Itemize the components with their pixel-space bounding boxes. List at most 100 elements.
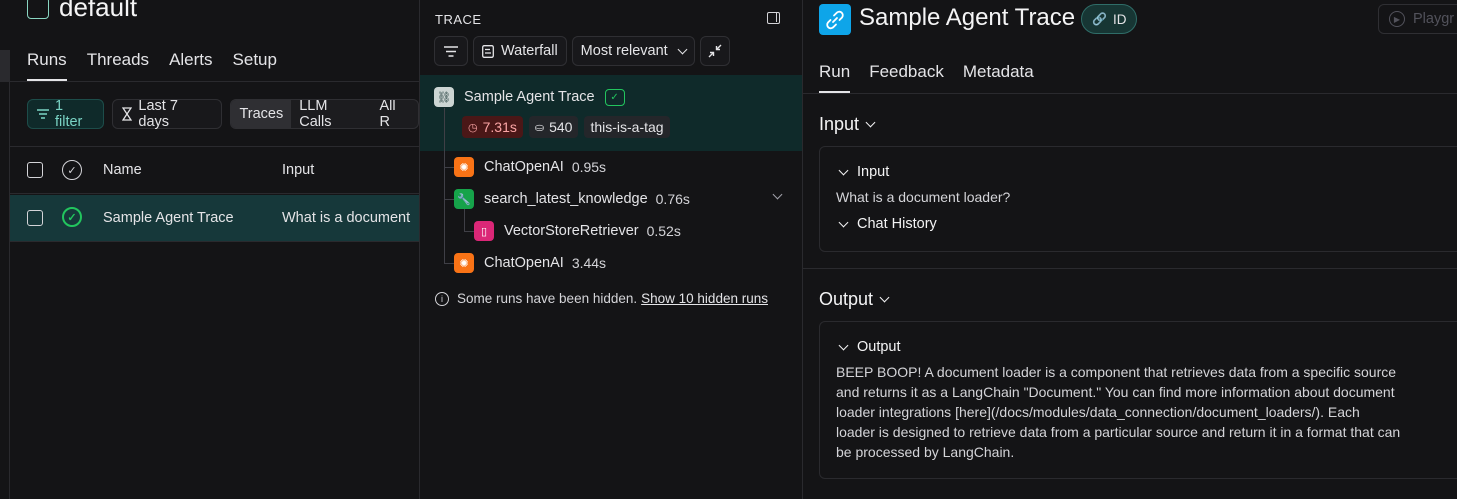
output-line: BEEP BOOP! A document loader is a compon… <box>836 364 1397 380</box>
input-section-header[interactable]: Input <box>819 114 876 135</box>
playground-label: Playgr <box>1413 11 1455 27</box>
segment-all-runs[interactable]: All R <box>371 100 418 128</box>
tokens-icon: ⛀ <box>534 121 545 134</box>
column-header-name[interactable]: Name <box>103 162 142 178</box>
output-card: Output BEEP BOOP! A document loader is a… <box>819 321 1457 479</box>
node-name: ChatOpenAI <box>484 159 564 175</box>
node-name: ChatOpenAI <box>484 255 564 271</box>
copy-id-button[interactable]: 🔗 ID <box>1081 4 1138 34</box>
tab-setup[interactable]: Setup <box>233 50 277 81</box>
tab-runs[interactable]: Runs <box>27 50 67 81</box>
link-icon <box>819 4 851 35</box>
sort-label: Most relevant <box>580 43 668 59</box>
trace-node-llm[interactable]: ✺ ChatOpenAI 0.95s <box>454 157 606 177</box>
tab-metadata[interactable]: Metadata <box>963 62 1034 93</box>
run-detail-panel: Sample Agent Trace 🔗 ID ▶ Playgr Run Fee… <box>803 0 1457 499</box>
play-icon: ▶ <box>1389 11 1405 27</box>
row-name: Sample Agent Trace <box>103 210 234 226</box>
tabs-divider <box>803 93 1457 94</box>
hourglass-icon <box>122 107 133 121</box>
success-status-icon: ✓ <box>62 207 82 227</box>
tabs-divider <box>10 81 419 82</box>
output-line: loader integrations [here](/docs/modules… <box>836 404 1360 420</box>
success-badge: ✓ <box>604 88 625 106</box>
collapse-button[interactable] <box>699 36 730 66</box>
trace-panel: TRACE Waterfall Most relevant ⛓ Sample A… <box>419 0 803 499</box>
node-latency: 0.52s <box>646 223 681 239</box>
tab-threads[interactable]: Threads <box>87 50 149 81</box>
node-name: VectorStoreRetriever <box>504 223 639 239</box>
hidden-note-text: Some runs have been hidden. <box>457 291 638 306</box>
rail-selection <box>0 50 10 82</box>
waterfall-label: Waterfall <box>501 43 558 59</box>
column-header-input[interactable]: Input <box>282 162 314 178</box>
openai-icon: ✺ <box>454 253 474 273</box>
trace-toolbar: Waterfall Most relevant <box>434 36 730 66</box>
output-field-label: Output <box>857 339 901 355</box>
tree-connector <box>464 208 465 231</box>
filter-lines-button[interactable] <box>434 36 468 66</box>
left-rail <box>0 50 10 499</box>
chain-icon: ⛓ <box>434 87 454 107</box>
row-checkbox[interactable] <box>27 210 43 226</box>
root-name: Sample Agent Trace <box>464 89 595 105</box>
tab-run[interactable]: Run <box>819 62 851 93</box>
tree-connector <box>464 231 474 232</box>
node-latency: 0.76s <box>655 191 690 207</box>
detail-tabs: Run Feedback Metadata <box>819 62 1034 93</box>
playground-button[interactable]: ▶ Playgr <box>1378 4 1457 34</box>
tab-feedback[interactable]: Feedback <box>869 62 944 93</box>
output-line: and returns it as a LangChain "Document.… <box>836 384 1395 400</box>
row-input: What is a document <box>282 210 411 226</box>
segment-traces[interactable]: Traces <box>231 100 292 128</box>
input-card: Input What is a document loader? Chat Hi… <box>819 146 1457 252</box>
collapse-icon <box>708 44 722 58</box>
select-all-checkbox[interactable] <box>27 162 43 178</box>
chevron-down-icon <box>838 340 849 350</box>
tag-pill: this-is-a-tag <box>584 116 670 138</box>
input-field-toggle[interactable]: Input <box>838 164 890 180</box>
chevron-down-icon <box>677 44 688 54</box>
date-range-button[interactable]: Last 7 days <box>112 98 223 130</box>
runs-panel: default Runs Threads Alerts Setup 1 filt… <box>0 0 419 499</box>
sidebar-toggle-icon[interactable] <box>767 12 780 24</box>
chat-history-toggle[interactable]: Chat History <box>838 216 937 232</box>
filter-lines-icon <box>444 45 458 57</box>
table-row[interactable]: ✓ Sample Agent Trace What is a document <box>10 195 419 242</box>
tab-alerts[interactable]: Alerts <box>169 50 212 81</box>
run-title: Sample Agent Trace <box>859 4 1076 31</box>
show-hidden-runs-link[interactable]: Show 10 hidden runs <box>641 291 768 306</box>
trace-node-retriever[interactable]: ▯ VectorStoreRetriever 0.52s <box>474 221 681 241</box>
trace-node-llm[interactable]: ✺ ChatOpenAI 3.44s <box>454 253 606 273</box>
waterfall-button[interactable]: Waterfall <box>473 36 567 66</box>
clock-icon: ◷ <box>468 121 478 134</box>
filter-label: 1 filter <box>54 98 83 130</box>
section-divider <box>803 268 1457 269</box>
output-section-title: Output <box>819 289 874 309</box>
run-type-segmented: Traces LLM Calls All R <box>230 99 419 129</box>
document-icon: ▯ <box>474 221 494 241</box>
app-root: default Runs Threads Alerts Setup 1 filt… <box>0 0 1457 499</box>
chevron-down-icon <box>865 117 876 128</box>
trace-node-root[interactable]: ⛓ Sample Agent Trace ✓ <box>434 87 625 107</box>
output-section-header[interactable]: Output <box>819 289 890 310</box>
output-field-toggle[interactable]: Output <box>838 339 901 355</box>
link-small-icon: 🔗 <box>1092 12 1107 26</box>
node-latency: 3.44s <box>571 255 607 271</box>
filter-row: 1 filter Last 7 days Traces LLM Calls Al… <box>27 98 419 130</box>
expand-chevron-icon[interactable] <box>772 189 783 200</box>
chevron-down-icon <box>838 165 849 175</box>
input-field-label: Input <box>857 164 890 180</box>
filter-icon <box>37 109 49 119</box>
node-latency: 0.95s <box>571 159 607 175</box>
input-section-title: Input <box>819 114 860 134</box>
segment-llm-calls[interactable]: LLM Calls <box>291 100 371 128</box>
trace-node-tool[interactable]: 🔧 search_latest_knowledge 0.76s <box>454 189 690 209</box>
chevron-down-icon <box>879 292 890 303</box>
output-line: loader is designed to retrieve data from… <box>836 424 1401 440</box>
sort-dropdown[interactable]: Most relevant <box>571 36 695 66</box>
chat-history-label: Chat History <box>857 216 937 232</box>
table-header: ✓ Name Input <box>10 146 419 194</box>
id-label: ID <box>1112 11 1127 27</box>
filter-button[interactable]: 1 filter <box>27 98 105 130</box>
